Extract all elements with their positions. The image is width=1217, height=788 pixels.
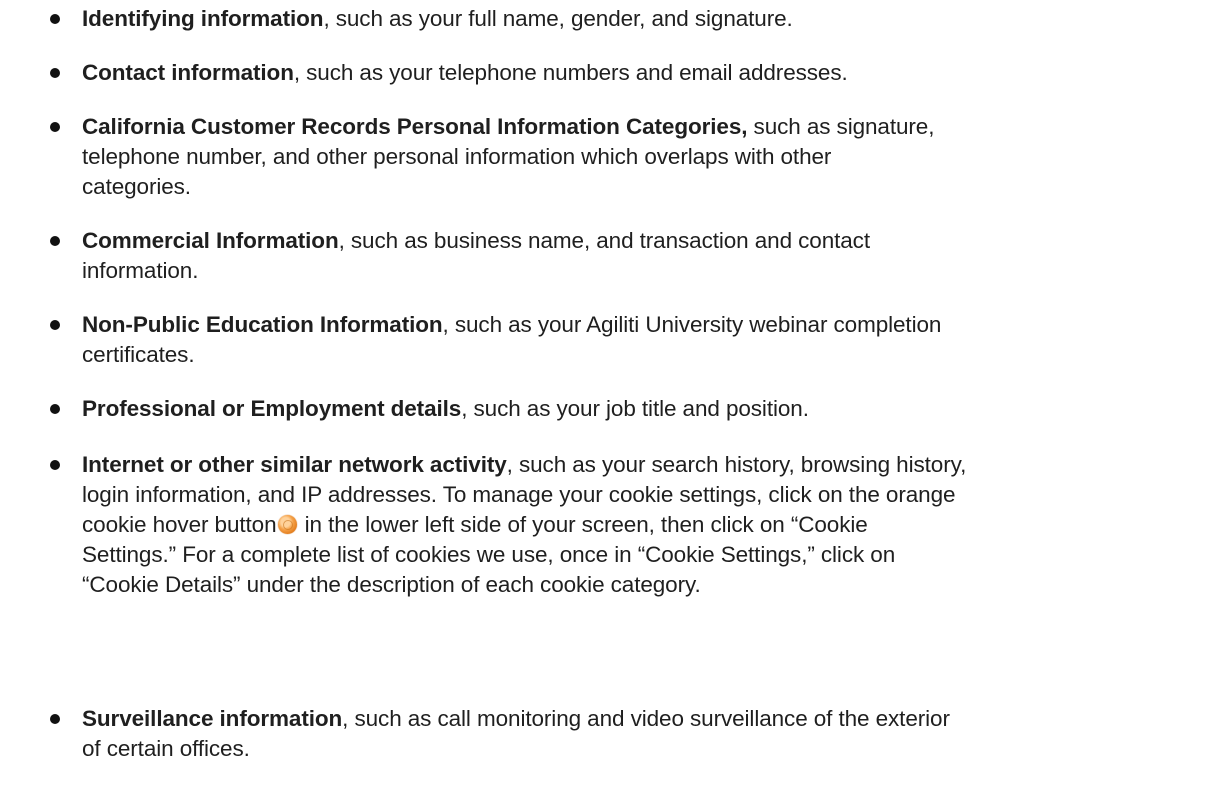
item-heading: California Customer Records Personal Inf… (82, 114, 748, 139)
text-line: Internet or other similar network activi… (82, 450, 1202, 480)
text-line: cookie hover button in the lower left si… (82, 510, 1202, 540)
item-body: , such as your full name, gender, and si… (323, 6, 793, 31)
list-item-text: Commercial Information, such as business… (82, 226, 1202, 286)
item-heading: Internet or other similar network activi… (82, 452, 507, 477)
bullet-icon (50, 460, 60, 470)
text-line: certificates. (82, 342, 195, 367)
text-line: Non-Public Education Information, such a… (82, 310, 1202, 340)
text-line: “Cookie Details” under the description o… (82, 572, 701, 597)
list-item-text: California Customer Records Personal Inf… (82, 112, 1202, 202)
list-item-text: Professional or Employment details, such… (82, 394, 1202, 424)
list-item-text: Contact information, such as your teleph… (82, 58, 1202, 88)
item-body: , such as your search history, browsing … (506, 452, 967, 477)
item-heading: Contact information (82, 60, 294, 85)
item-body: such as signature, (747, 114, 935, 139)
item-heading: Surveillance information (82, 706, 343, 731)
text-line: information. (82, 258, 199, 283)
item-body: , such as call monitoring and video surv… (342, 706, 950, 731)
cookie-hover-button-icon[interactable] (278, 515, 298, 534)
bullet-icon (50, 404, 60, 414)
text-line: California Customer Records Personal Inf… (82, 112, 1202, 142)
bullet-icon (50, 14, 60, 24)
bullet-icon (50, 68, 60, 78)
text-fragment: cookie hover button (82, 512, 277, 537)
item-body: , such as your job title and position. (461, 396, 809, 421)
text-line: categories. (82, 174, 191, 199)
text-line: telephone number, and other personal inf… (82, 144, 832, 169)
text-line: of certain offices. (82, 736, 250, 761)
bullet-icon (50, 320, 60, 330)
item-heading: Professional or Employment details (82, 396, 462, 421)
item-body: , such as your telephone numbers and ema… (293, 60, 848, 85)
text-line: Commercial Information, such as business… (82, 226, 1202, 256)
item-heading: Commercial Information (82, 228, 339, 253)
bullet-icon (50, 122, 60, 132)
item-body: , such as business name, and transaction… (338, 228, 870, 253)
list-item-text: Internet or other similar network activi… (82, 450, 1202, 600)
list-item-text: Surveillance information, such as call m… (82, 704, 1202, 764)
item-heading: Identifying information (82, 6, 324, 31)
document-page: Identifying information, such as your fu… (0, 0, 1217, 788)
text-line: Settings.” For a complete list of cookie… (82, 542, 896, 567)
bullet-icon (50, 714, 60, 724)
text-line: Surveillance information, such as call m… (82, 704, 1202, 734)
list-item-text: Non-Public Education Information, such a… (82, 310, 1202, 370)
item-body: , such as your Agiliti University webina… (442, 312, 942, 337)
text-fragment: in the lower left side of your screen, t… (298, 512, 868, 537)
list-item-text: Identifying information, such as your fu… (82, 4, 1202, 34)
bullet-icon (50, 236, 60, 246)
text-line: login information, and IP addresses. To … (82, 482, 956, 507)
item-heading: Non-Public Education Information (82, 312, 443, 337)
